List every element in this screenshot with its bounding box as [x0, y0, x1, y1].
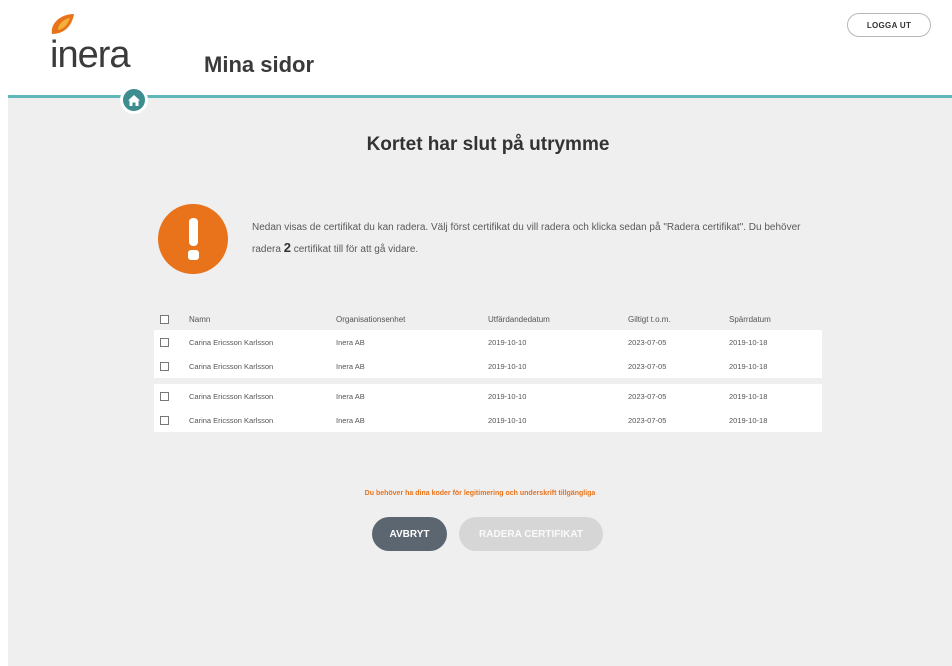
- cell-issued: 2019-10-10: [488, 361, 527, 371]
- cell-valid: 2023-07-05: [628, 391, 667, 401]
- info-text-part2: certifikat till för att gå vidare.: [290, 244, 419, 255]
- cell-name: Carina Ericsson Karlsson: [189, 415, 274, 425]
- table-row[interactable]: Carina Ericsson Karlsson Inera AB 2019-1…: [154, 408, 822, 432]
- cell-revoked: 2019-10-18: [729, 391, 768, 401]
- home-icon[interactable]: [120, 86, 148, 114]
- row-checkbox[interactable]: [160, 337, 169, 347]
- inera-logo[interactable]: inera: [44, 12, 154, 78]
- row-checkbox[interactable]: [160, 391, 169, 401]
- main-content: Kortet har slut på utrymme Nedan visas d…: [8, 98, 952, 666]
- certificate-count: 2: [283, 240, 291, 255]
- cell-issued: 2019-10-10: [488, 337, 527, 347]
- certificate-group: Carina Ericsson Karlsson Inera AB 2019-1…: [154, 330, 822, 378]
- certificate-group: Carina Ericsson Karlsson Inera AB 2019-1…: [154, 384, 822, 432]
- cell-org: Inera AB: [336, 415, 365, 425]
- info-text: Nedan visas de certifikat du kan radera.…: [252, 218, 812, 260]
- cell-valid: 2023-07-05: [628, 337, 667, 347]
- certificate-table: Namn Organisationsenhet Utfärdandedatum …: [154, 308, 822, 438]
- page: inera Mina sidor LOGGA UT Kortet har slu…: [0, 0, 952, 666]
- column-header-org: Organisationsenhet: [336, 314, 406, 324]
- warning-notice: Du behöver ha dina koder för legitimerin…: [364, 490, 596, 497]
- delete-certificate-button[interactable]: RADERA CERTIFIKAT: [459, 517, 603, 551]
- table-row[interactable]: Carina Ericsson Karlsson Inera AB 2019-1…: [154, 330, 822, 354]
- column-header-valid: Giltigt t.o.m.: [628, 314, 671, 324]
- row-checkbox[interactable]: [160, 415, 169, 425]
- home-glyph-icon: [128, 94, 140, 106]
- cell-org: Inera AB: [336, 391, 365, 401]
- header: inera Mina sidor LOGGA UT: [0, 0, 952, 96]
- column-header-name: Namn: [189, 314, 211, 324]
- cell-name: Carina Ericsson Karlsson: [189, 361, 274, 371]
- table-header: Namn Organisationsenhet Utfärdandedatum …: [154, 308, 822, 330]
- cell-issued: 2019-10-10: [488, 415, 527, 425]
- site-title: Mina sidor: [204, 52, 315, 77]
- cell-revoked: 2019-10-18: [729, 337, 768, 347]
- logout-button[interactable]: LOGGA UT: [847, 13, 931, 37]
- cell-revoked: 2019-10-18: [729, 361, 768, 371]
- cell-issued: 2019-10-10: [488, 391, 527, 401]
- cell-valid: 2023-07-05: [628, 361, 667, 371]
- exclamation-icon: [158, 204, 228, 274]
- cell-name: Carina Ericsson Karlsson: [189, 337, 274, 347]
- column-header-revoked: Spärrdatum: [729, 314, 771, 324]
- cell-valid: 2023-07-05: [628, 415, 667, 425]
- logo-text: inera: [50, 34, 130, 76]
- page-title: Kortet har slut på utrymme: [366, 134, 610, 155]
- table-row[interactable]: Carina Ericsson Karlsson Inera AB 2019-1…: [154, 354, 822, 378]
- cell-revoked: 2019-10-18: [729, 415, 768, 425]
- table-row[interactable]: Carina Ericsson Karlsson Inera AB 2019-1…: [154, 384, 822, 408]
- cancel-button[interactable]: AVBRYT: [372, 517, 447, 551]
- row-checkbox[interactable]: [160, 361, 169, 371]
- column-header-issued: Utfärdandedatum: [488, 314, 550, 324]
- cell-org: Inera AB: [336, 337, 365, 347]
- cell-org: Inera AB: [336, 361, 365, 371]
- select-all-checkbox[interactable]: [160, 314, 169, 324]
- cell-name: Carina Ericsson Karlsson: [189, 391, 274, 401]
